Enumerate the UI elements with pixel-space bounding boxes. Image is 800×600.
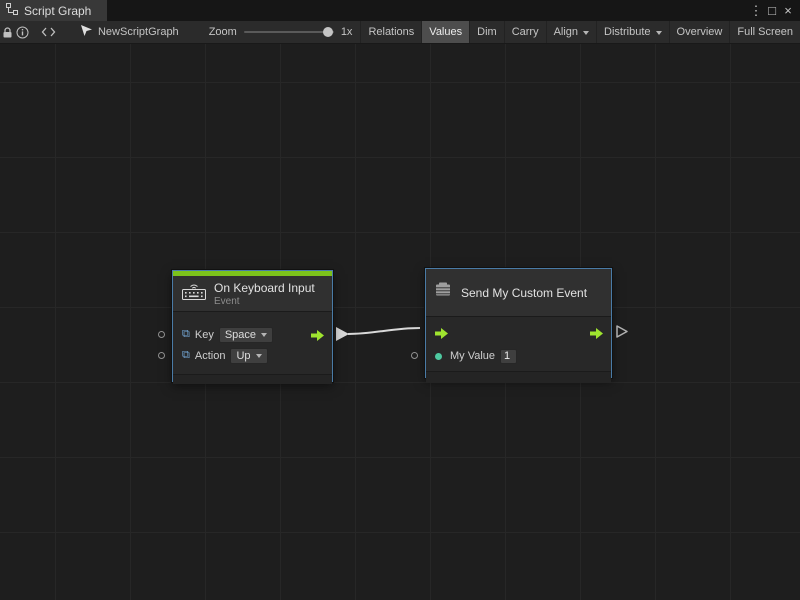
wire-start-arrow-icon <box>336 327 349 341</box>
info-icon[interactable] <box>15 21 30 43</box>
relations-button[interactable]: Relations <box>360 21 421 43</box>
trigger-input-port[interactable] <box>435 327 449 340</box>
port-row-key: ⧉ Key Space <box>173 324 332 345</box>
toolbar: NewScriptGraph Zoom 1x Relations Values … <box>0 21 800 44</box>
custom-event-icon <box>435 282 453 303</box>
zoom-slider-knob[interactable] <box>323 27 333 37</box>
distribute-label: Distribute <box>604 26 650 38</box>
node-send-my-custom-event[interactable]: Send My Custom Event My Value <box>425 268 612 378</box>
graph-asset-button[interactable]: NewScriptGraph <box>72 21 187 43</box>
action-select-value: Up <box>236 350 250 362</box>
port-row-action: ⧉ Action Up <box>173 345 332 366</box>
graph-asset-name: NewScriptGraph <box>98 26 179 38</box>
tab-bar: Script Graph ⋮ □ × <box>0 0 800 21</box>
overview-button[interactable]: Overview <box>669 21 730 43</box>
align-button[interactable]: Align <box>546 21 596 43</box>
trigger-output-port[interactable] <box>590 327 604 340</box>
toolbar-spacer <box>30 21 41 43</box>
lock-icon[interactable] <box>0 21 15 43</box>
code-view-icon[interactable] <box>41 21 56 43</box>
node-body: ⧉ Key Space ⧉ Action Up <box>173 312 332 384</box>
close-icon[interactable]: × <box>780 0 796 21</box>
graph-canvas[interactable]: On Keyboard Input Event ⧉ Key Space ⧉ <box>0 44 800 600</box>
node-body: My Value <box>426 317 611 383</box>
port-row-my-value: My Value <box>426 345 611 367</box>
chevron-down-icon <box>656 31 662 35</box>
zoom-level: 1x <box>341 26 353 38</box>
values-button[interactable]: Values <box>421 21 469 43</box>
connection-wire <box>0 44 800 600</box>
node-header[interactable]: On Keyboard Input Event <box>173 276 332 312</box>
overview-label: Overview <box>677 26 723 38</box>
my-value-field[interactable] <box>500 349 517 364</box>
dim-label: Dim <box>477 26 497 38</box>
zoom-slider[interactable] <box>244 26 334 38</box>
zoom-label: Zoom <box>209 26 237 38</box>
action-port-label: Action <box>195 350 226 362</box>
relations-label: Relations <box>368 26 414 38</box>
keyboard-icon <box>182 282 206 305</box>
node-footer <box>426 371 611 383</box>
value-port-dot-icon <box>435 353 442 360</box>
node-footer <box>173 374 332 384</box>
action-select[interactable]: Up <box>230 348 267 364</box>
key-port-label: Key <box>195 329 214 341</box>
key-select-value: Space <box>225 329 256 341</box>
node-header[interactable]: Send My Custom Event <box>426 269 611 317</box>
tab-title: Script Graph <box>24 4 91 18</box>
enum-icon: ⧉ <box>182 350 190 361</box>
dim-button[interactable]: Dim <box>469 21 504 43</box>
chevron-down-icon <box>256 354 262 358</box>
window-controls: ⋮ □ × <box>748 0 800 21</box>
fullscreen-label: Full Screen <box>737 26 793 38</box>
chevron-down-icon <box>583 31 589 35</box>
chevron-down-icon <box>261 333 267 337</box>
unconnected-output-port[interactable] <box>615 324 629 344</box>
tab-script-graph[interactable]: Script Graph <box>0 0 107 21</box>
align-label: Align <box>554 26 578 38</box>
my-value-label: My Value <box>450 350 495 362</box>
node-title: On Keyboard Input <box>214 281 315 295</box>
carry-label: Carry <box>512 26 539 38</box>
values-label: Values <box>429 26 462 38</box>
script-graph-asset-icon <box>80 24 93 40</box>
node-on-keyboard-input[interactable]: On Keyboard Input Event ⧉ Key Space ⧉ <box>172 270 333 382</box>
zoom-control: Zoom 1x <box>201 21 361 43</box>
maximize-icon[interactable]: □ <box>764 0 780 21</box>
node-subtitle: Event <box>214 296 315 307</box>
trigger-output-port[interactable] <box>311 329 325 342</box>
fullscreen-button[interactable]: Full Screen <box>729 21 800 43</box>
carry-button[interactable]: Carry <box>504 21 546 43</box>
key-select[interactable]: Space <box>219 327 273 343</box>
node-title: Send My Custom Event <box>461 286 587 300</box>
action-input-port[interactable] <box>158 352 165 359</box>
menu-icon[interactable]: ⋮ <box>748 0 764 21</box>
distribute-button[interactable]: Distribute <box>596 21 668 43</box>
enum-icon: ⧉ <box>182 329 190 340</box>
key-input-port[interactable] <box>158 331 165 338</box>
zoom-slider-track[interactable] <box>244 31 334 33</box>
my-value-input-port[interactable] <box>411 352 418 359</box>
script-graph-tab-icon <box>6 3 18 18</box>
port-row-trigger <box>426 321 611 345</box>
